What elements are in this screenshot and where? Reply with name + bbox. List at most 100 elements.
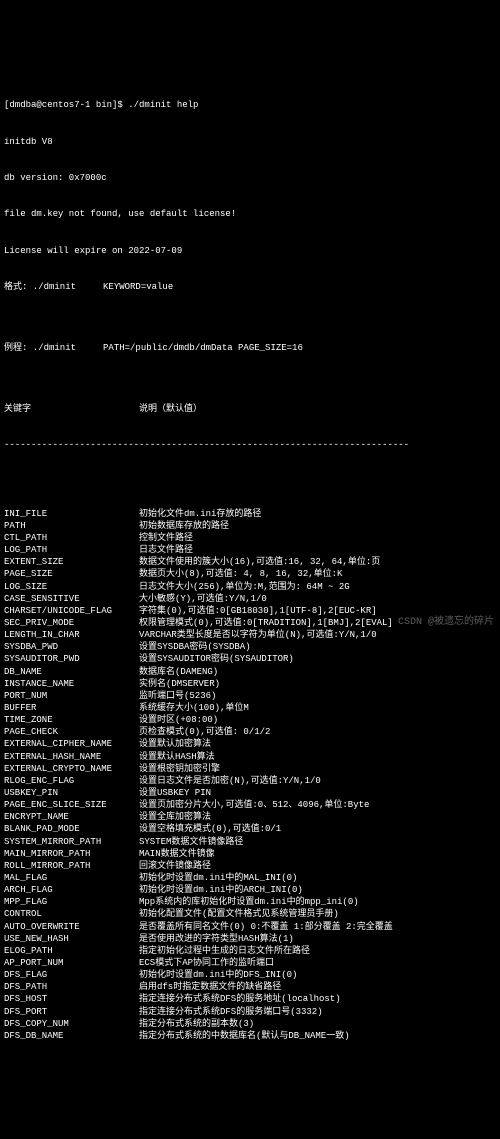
keyword-cell: TIME_ZONE	[4, 714, 139, 726]
keyword-cell: SYSTEM_MIRROR_PATH	[4, 836, 139, 848]
keyword-cell: DFS_DB_NAME	[4, 1030, 139, 1042]
description-cell: 指定连接分布式系统DFS的服务端口号(3332)	[139, 1006, 496, 1018]
keyword-cell: USE_NEW_HASH	[4, 933, 139, 945]
table-row: PORT_NUM监听端口号(5236)	[4, 690, 496, 702]
keyword-cell: PORT_NUM	[4, 690, 139, 702]
col-description: 说明（默认值）	[139, 403, 496, 415]
usage-example: 例程: ./dminit PATH=/public/dmdb/dmData PA…	[4, 342, 496, 354]
keyword-cell: LOG_SIZE	[4, 581, 139, 593]
keyword-cell: DFS_FLAG	[4, 969, 139, 981]
keyword-cell: AP_PORT_NUM	[4, 957, 139, 969]
usage-format: 格式: ./dminit KEYWORD=value	[4, 281, 496, 293]
table-row: AP_PORT_NUMECS模式下AP协同工作的监听端口	[4, 957, 496, 969]
description-cell: 启用dfs时指定数据文件的缺省路径	[139, 981, 496, 993]
table-row: INI_FILE初始化文件dm.ini存放的路径	[4, 508, 496, 520]
description-cell: 设置根密钥加密引擎	[139, 763, 496, 775]
keyword-cell: PATH	[4, 520, 139, 532]
table-row: AUTO_OVERWRITE是否覆盖所有同名文件(0) 0:不覆盖 1:部分覆盖…	[4, 921, 496, 933]
table-row: INSTANCE_NAME实例名(DMSERVER)	[4, 678, 496, 690]
keyword-table: INI_FILE初始化文件dm.ini存放的路径PATH初始数据库存放的路径CT…	[4, 508, 496, 1042]
description-cell: 页检查模式(0),可选值: 0/1/2	[139, 726, 496, 738]
description-cell: MAIN数据文件镜像	[139, 848, 496, 860]
table-row: PAGE_SIZE数据页大小(8),可选值: 4, 8, 16, 32,单位:K	[4, 568, 496, 580]
table-row: MAIN_MIRROR_PATHMAIN数据文件镜像	[4, 848, 496, 860]
keyword-cell: MPP_FLAG	[4, 896, 139, 908]
keyword-cell: INSTANCE_NAME	[4, 678, 139, 690]
table-row: RLOG_ENC_FLAG设置日志文件是否加密(N),可选值:Y/N,1/0	[4, 775, 496, 787]
keyword-cell: ARCH_FLAG	[4, 884, 139, 896]
table-row: ENCRYPT_NAME设置全库加密算法	[4, 811, 496, 823]
table-row: ARCH_FLAG初始化时设置dm.ini中的ARCH_INI(0)	[4, 884, 496, 896]
initdb-version: initdb V8	[4, 136, 496, 148]
keyword-cell: EXTERNAL_CRYPTO_NAME	[4, 763, 139, 775]
table-row: PAGE_CHECK页检查模式(0),可选值: 0/1/2	[4, 726, 496, 738]
keyword-cell: PAGE_CHECK	[4, 726, 139, 738]
table-row: SYSAUDITOR_PWD设置SYSAUDITOR密码(SYSAUDITOR)	[4, 653, 496, 665]
table-row: LOG_SIZE日志文件大小(256),单位为:M,范围为: 64M ~ 2G	[4, 581, 496, 593]
keyword-cell: USBKEY_PIN	[4, 787, 139, 799]
description-cell: 日志文件路径	[139, 544, 496, 556]
description-cell: 设置USBKEY PIN	[139, 787, 496, 799]
keyword-cell: DFS_PORT	[4, 1006, 139, 1018]
keyword-cell: RLOG_ENC_FLAG	[4, 775, 139, 787]
description-cell: 系统缓存大小(100),单位M	[139, 702, 496, 714]
table-row: LENGTH_IN_CHARVARCHAR类型长度是否以字符为单位(N),可选值…	[4, 629, 496, 641]
keyword-cell: EXTENT_SIZE	[4, 556, 139, 568]
table-row: DB_NAME数据库名(DAMENG)	[4, 666, 496, 678]
keyword-cell: EXTERNAL_CIPHER_NAME	[4, 738, 139, 750]
keyword-cell: EXTERNAL_HASH_NAME	[4, 751, 139, 763]
table-row: DFS_DB_NAME指定分布式系统的中数据库名(默认与DB_NAME一致)	[4, 1030, 496, 1042]
description-cell: 设置时区(+08:00)	[139, 714, 496, 726]
table-row: PATH初始数据库存放的路径	[4, 520, 496, 532]
table-row: DFS_PORT指定连接分布式系统DFS的服务端口号(3332)	[4, 1006, 496, 1018]
description-cell: ECS模式下AP协同工作的监听端口	[139, 957, 496, 969]
description-cell: 设置SYSDBA密码(SYSDBA)	[139, 641, 496, 653]
description-cell: 初始化文件dm.ini存放的路径	[139, 508, 496, 520]
description-cell: 数据页大小(8),可选值: 4, 8, 16, 32,单位:K	[139, 568, 496, 580]
keyword-cell: SYSAUDITOR_PWD	[4, 653, 139, 665]
keyword-cell: CTL_PATH	[4, 532, 139, 544]
table-row: PAGE_ENC_SLICE_SIZE设置页加密分片大小,可选值:0、512、4…	[4, 799, 496, 811]
keyword-cell: MAIN_MIRROR_PATH	[4, 848, 139, 860]
description-cell: 设置默认加密算法	[139, 738, 496, 750]
keyword-cell: CONTROL	[4, 908, 139, 920]
table-row: EXTERNAL_CRYPTO_NAME设置根密钥加密引擎	[4, 763, 496, 775]
description-cell: 是否使用改进的字符类型HASH算法(1)	[139, 933, 496, 945]
keyword-cell: BLANK_PAD_MODE	[4, 823, 139, 835]
description-cell: 是否覆盖所有同名文件(0) 0:不覆盖 1:部分覆盖 2:完全覆盖	[139, 921, 496, 933]
table-row: CTL_PATH控制文件路径	[4, 532, 496, 544]
description-cell: 监听端口号(5236)	[139, 690, 496, 702]
table-row: ROLL_MIRROR_PATH回滚文件镜像路径	[4, 860, 496, 872]
keyword-cell: CASE_SENSITIVE	[4, 593, 139, 605]
description-cell: 初始化配置文件(配置文件格式见系统管理员手册)	[139, 908, 496, 920]
license-expire: License will expire on 2022-07-09	[4, 245, 496, 257]
description-cell: 设置空格填充模式(0),可选值:0/1	[139, 823, 496, 835]
description-cell: 实例名(DMSERVER)	[139, 678, 496, 690]
separator: ----------------------------------------…	[4, 439, 496, 451]
keyword-cell: DFS_COPY_NUM	[4, 1018, 139, 1030]
table-row: USE_NEW_HASH是否使用改进的字符类型HASH算法(1)	[4, 933, 496, 945]
description-cell: 初始化时设置dm.ini中的MAL_INI(0)	[139, 872, 496, 884]
shell-prompt: [dmdba@centos7-1 bin]$ ./dminit help	[4, 99, 496, 111]
keyword-cell: ENCRYPT_NAME	[4, 811, 139, 823]
table-row: DFS_COPY_NUM指定分布式系统的副本数(3)	[4, 1018, 496, 1030]
table-row: MAL_FLAG初始化时设置dm.ini中的MAL_INI(0)	[4, 872, 496, 884]
keyword-cell: DB_NAME	[4, 666, 139, 678]
col-keyword: 关键字	[4, 403, 139, 415]
table-row: ELOG_PATH指定初始化过程中生成的日志文件所在路径	[4, 945, 496, 957]
keyword-cell: PAGE_ENC_SLICE_SIZE	[4, 799, 139, 811]
description-cell: 设置默认HASH算法	[139, 751, 496, 763]
table-row: EXTERNAL_HASH_NAME设置默认HASH算法	[4, 751, 496, 763]
table-row: BLANK_PAD_MODE设置空格填充模式(0),可选值:0/1	[4, 823, 496, 835]
description-cell: 回滚文件镜像路径	[139, 860, 496, 872]
description-cell: 初始化时设置dm.ini中的DFS_INI(0)	[139, 969, 496, 981]
description-cell: 初始数据库存放的路径	[139, 520, 496, 532]
table-row: DFS_HOST指定连接分布式系统DFS的服务地址(localhost)	[4, 993, 496, 1005]
table-row: EXTERNAL_CIPHER_NAME设置默认加密算法	[4, 738, 496, 750]
table-row: DFS_FLAG初始化时设置dm.ini中的DFS_INI(0)	[4, 969, 496, 981]
keyword-cell: CHARSET/UNICODE_FLAG	[4, 605, 139, 617]
description-cell: Mpp系统内的库初始化时设置dm.ini中的mpp_ini(0)	[139, 896, 496, 908]
keyword-cell: LOG_PATH	[4, 544, 139, 556]
description-cell: 指定连接分布式系统DFS的服务地址(localhost)	[139, 993, 496, 1005]
license-warning: file dm.key not found, use default licen…	[4, 208, 496, 220]
